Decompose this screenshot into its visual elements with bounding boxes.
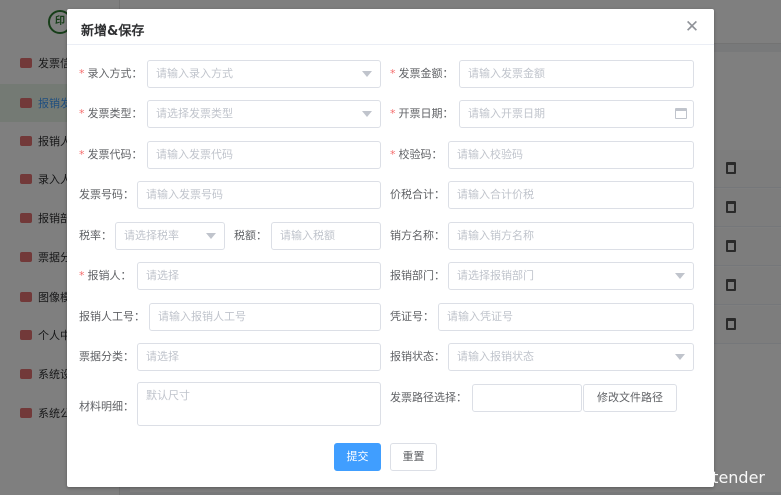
bill-category-label: 票据分类： bbox=[79, 350, 134, 363]
chevron-down-icon bbox=[362, 71, 372, 77]
required-mark: * bbox=[79, 269, 85, 282]
add-save-dialog: 新增&保存 ✕ * 录入方式： 请输入录入方式 * 发票金额： 请输入发票金额 * 发… bbox=[67, 9, 714, 487]
tax-rate-label: 税率： bbox=[79, 229, 112, 242]
calendar-icon bbox=[675, 108, 687, 119]
change-path-button[interactable]: 修改文件路径 bbox=[583, 384, 677, 412]
chevron-down-icon bbox=[675, 273, 685, 279]
entry-method-select[interactable]: 请输入录入方式 bbox=[147, 60, 381, 88]
invoice-amount-label: * 发票金额： bbox=[390, 67, 454, 80]
reimburser-select[interactable]: 请选择 bbox=[137, 262, 381, 290]
tax-amount-input[interactable]: 请输入税额 bbox=[271, 222, 381, 250]
submit-button[interactable]: 提交 bbox=[334, 443, 381, 471]
tax-amount-label: 税额： bbox=[234, 229, 267, 242]
required-mark: * bbox=[79, 67, 85, 80]
required-mark: * bbox=[390, 148, 396, 161]
close-icon[interactable]: ✕ bbox=[682, 17, 702, 37]
invoice-amount-input[interactable]: 请输入发票金额 bbox=[459, 60, 694, 88]
seller-name-input[interactable]: 请输入销方名称 bbox=[448, 222, 694, 250]
reimburse-status-label: 报销状态： bbox=[390, 350, 445, 363]
material-detail-textarea[interactable]: 默认尺寸 bbox=[137, 382, 381, 426]
issue-date-picker[interactable]: 请输入开票日期 bbox=[459, 100, 694, 128]
chevron-down-icon bbox=[206, 233, 216, 239]
divider bbox=[67, 44, 714, 45]
entry-method-label: * 录入方式： bbox=[79, 67, 143, 80]
seller-name-label: 销方名称： bbox=[390, 229, 445, 242]
reimburser-label: * 报销人： bbox=[79, 269, 132, 282]
voucher-no-input[interactable]: 请输入凭证号 bbox=[438, 303, 694, 331]
check-code-label: * 校验码： bbox=[390, 148, 443, 161]
invoice-type-label: * 发票类型： bbox=[79, 107, 143, 120]
total-price-tax-label: 价税合计： bbox=[390, 188, 445, 201]
invoice-number-label: 发票号码： bbox=[79, 188, 134, 201]
required-mark: * bbox=[79, 148, 85, 161]
reimburse-dept-label: 报销部门： bbox=[390, 269, 445, 282]
required-mark: * bbox=[390, 107, 396, 120]
check-code-input[interactable]: 请输入校验码 bbox=[448, 141, 694, 169]
invoice-code-label: * 发票代码： bbox=[79, 148, 143, 161]
required-mark: * bbox=[390, 67, 396, 80]
reimburser-id-label: 报销人工号： bbox=[79, 310, 145, 323]
dialog-title: 新增&保存 bbox=[81, 24, 145, 39]
watermark: CSDN @The pretender bbox=[584, 468, 765, 487]
tax-rate-select[interactable]: 请选择税率 bbox=[115, 222, 225, 250]
reset-button[interactable]: 重置 bbox=[390, 443, 437, 471]
reimburser-id-input[interactable]: 请输入报销人工号 bbox=[149, 303, 381, 331]
voucher-no-label: 凭证号： bbox=[390, 310, 434, 323]
invoice-path-label: 发票路径选择： bbox=[390, 391, 467, 404]
issue-date-label: * 开票日期： bbox=[390, 107, 454, 120]
invoice-path-input[interactable] bbox=[472, 384, 582, 412]
invoice-code-input[interactable]: 请输入发票代码 bbox=[147, 141, 381, 169]
invoice-type-select[interactable]: 请选择发票类型 bbox=[147, 100, 381, 128]
bill-category-select[interactable]: 请选择 bbox=[137, 343, 381, 371]
material-detail-label: 材料明细： bbox=[79, 400, 134, 413]
invoice-number-input[interactable]: 请输入发票号码 bbox=[137, 181, 381, 209]
reimburse-dept-select[interactable]: 请选择报销部门 bbox=[448, 262, 694, 290]
chevron-down-icon bbox=[362, 111, 372, 117]
required-mark: * bbox=[79, 107, 85, 120]
reimburse-status-select[interactable]: 请输入报销状态 bbox=[448, 343, 694, 371]
total-price-tax-input[interactable]: 请输入合计价税 bbox=[448, 181, 694, 209]
chevron-down-icon bbox=[675, 354, 685, 360]
